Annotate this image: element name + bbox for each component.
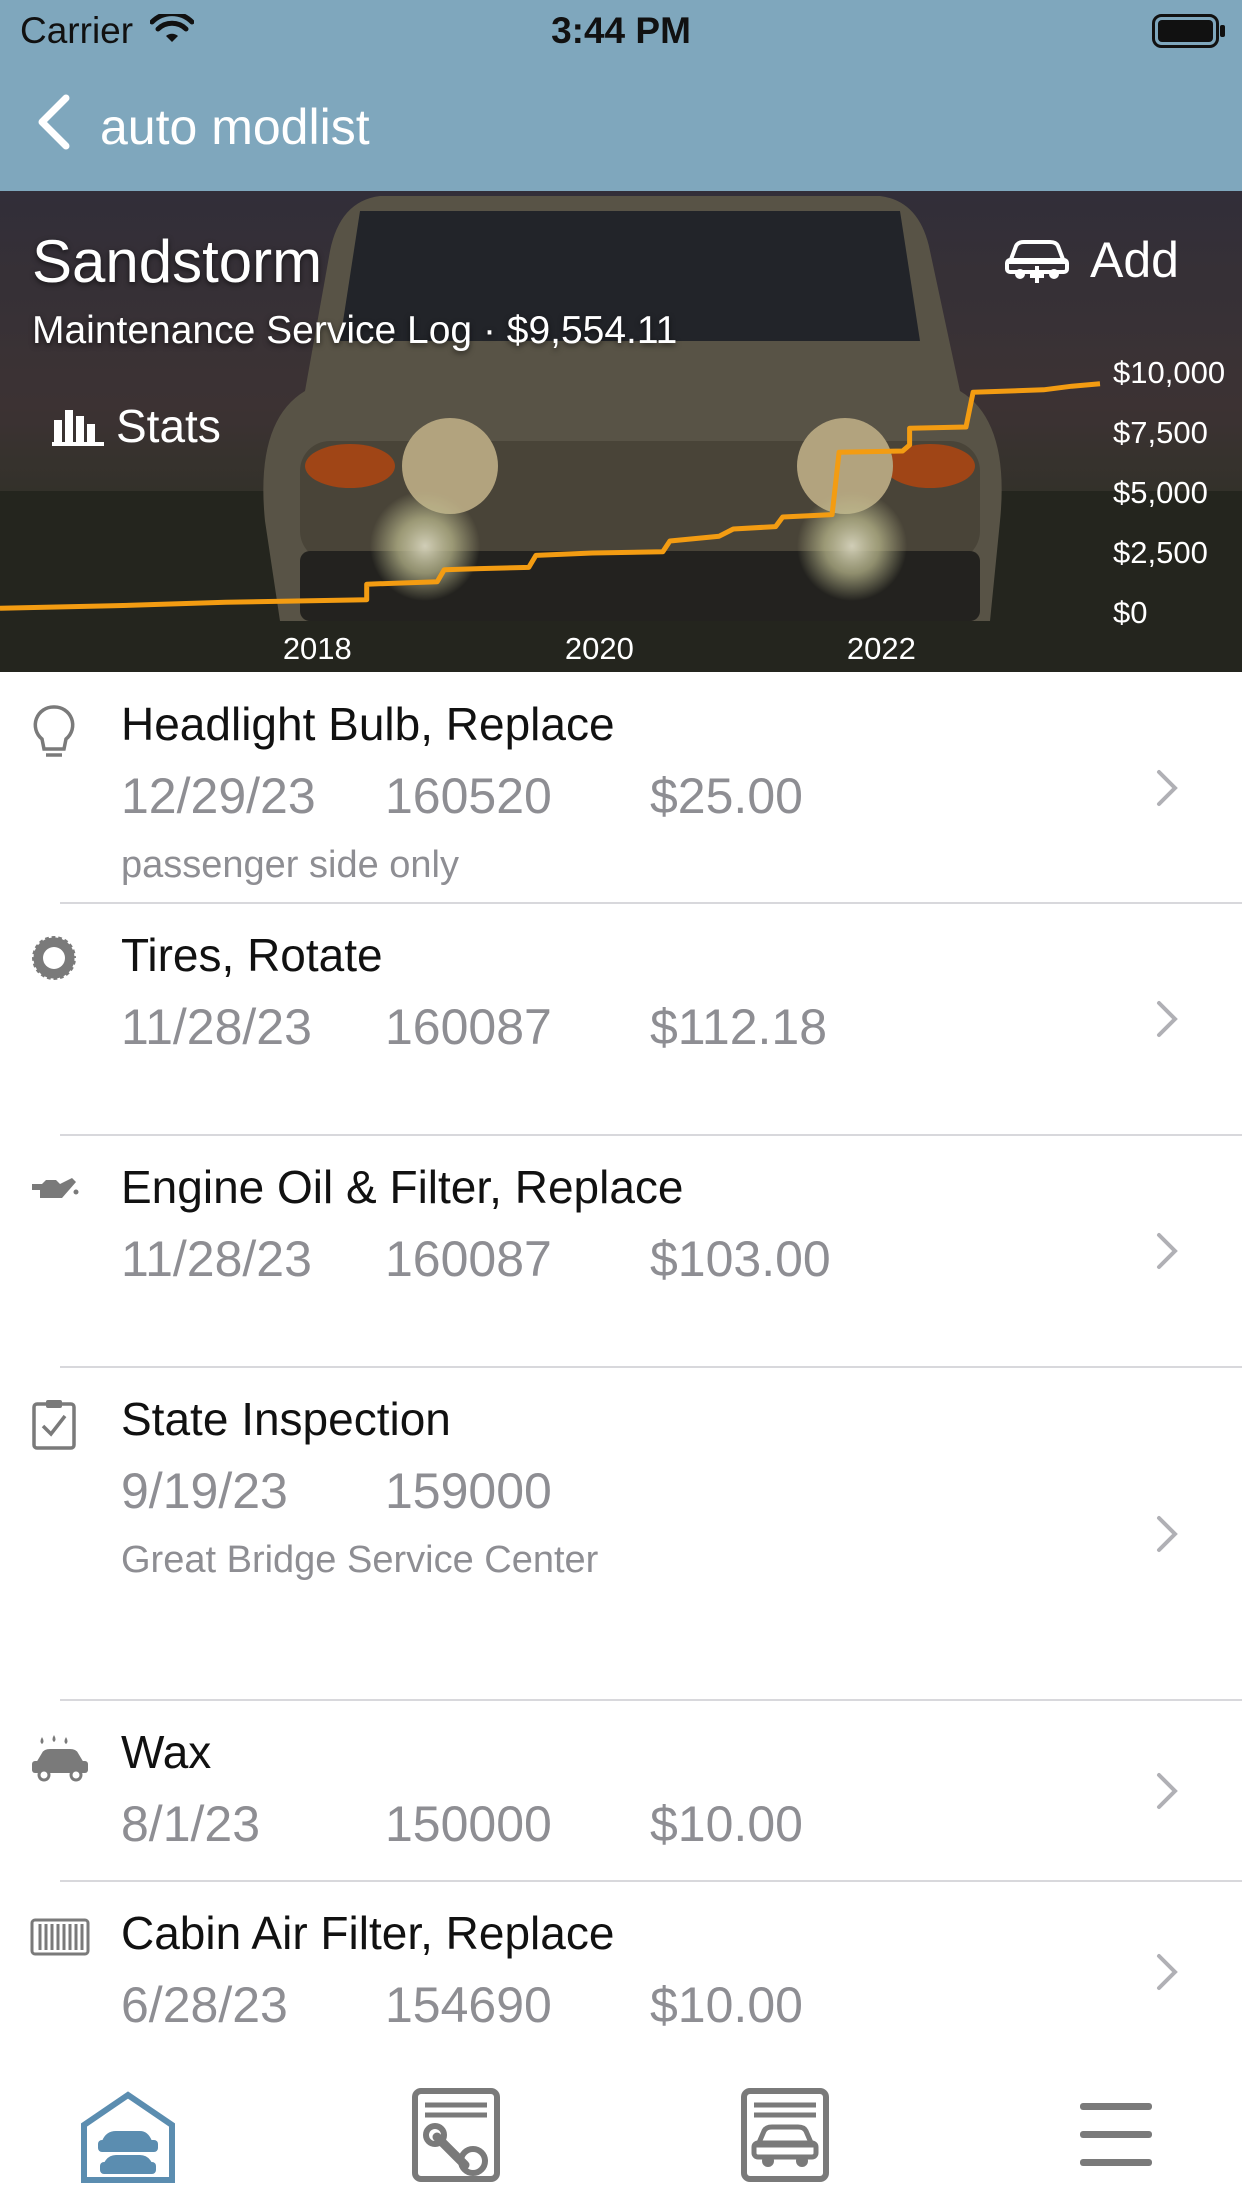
chevron-right-icon (1157, 1773, 1178, 1809)
chevron-right-icon (1157, 1954, 1178, 1990)
entry-cost: $25.00 (650, 768, 803, 824)
service-entry-row[interactable]: Headlight Bulb, Replace 12/29/23 160520 $25… (0, 672, 1242, 903)
bar-chart-icon (52, 410, 104, 446)
service-entry-row[interactable]: Wax 8/1/23 150000 $10.00 (0, 1700, 1242, 1881)
back-chevron-icon[interactable] (34, 92, 74, 152)
lightbulb-icon (33, 705, 75, 757)
entry-odometer: 160087 (385, 999, 552, 1055)
service-log-icon (412, 2088, 500, 2182)
stats-label: Stats (116, 400, 221, 452)
entry-odometer: 160087 (385, 1231, 552, 1287)
entry-title: Headlight Bulb, Replace (121, 698, 615, 750)
x-tick-label: 2018 (283, 631, 352, 666)
chevron-right-icon (1157, 1233, 1178, 1269)
checklist-icon (32, 1400, 76, 1450)
chevron-right-icon (1157, 1516, 1178, 1552)
chevron-right-icon (1157, 1001, 1178, 1037)
entry-cost: $112.18 (650, 999, 828, 1055)
oil-can-icon (32, 1178, 79, 1198)
vehicle-hero: $10,000 $7,500 $5,000 $2,500 $0 2018 2020 2022 … (0, 191, 1242, 672)
entry-odometer: 160520 (385, 768, 552, 824)
entry-title: Engine Oil & Filter, Replace (121, 1161, 684, 1213)
service-entry-row[interactable]: State Inspection 9/19/23 159000 Great Bridg… (0, 1367, 1242, 1700)
entry-date: 11/28/23 (121, 999, 312, 1055)
status-time: 3:44 PM (551, 10, 691, 51)
vehicle-subtitle: Maintenance Service Log · $9,554.11 (32, 309, 678, 352)
air-filter-icon (30, 1918, 90, 1956)
chevron-right-icon (1157, 770, 1178, 806)
entry-odometer: 159000 (385, 1463, 552, 1519)
entry-note: Great Bridge Service Center (121, 1539, 599, 1581)
entry-title: State Inspection (121, 1393, 451, 1445)
vehicle-card-icon (741, 2088, 829, 2182)
tab-garage[interactable] (78, 2085, 178, 2185)
entry-cost: $103.00 (650, 1231, 831, 1287)
x-tick-label: 2022 (847, 631, 916, 666)
entry-odometer: 150000 (385, 1796, 552, 1852)
vehicle-name: Sandstorm (32, 228, 323, 295)
entry-date: 11/28/23 (121, 1231, 312, 1287)
entry-date: 6/28/23 (121, 1977, 288, 2033)
service-entry-row[interactable]: Cabin Air Filter, Replace 6/28/23 154690 $1… (0, 1881, 1242, 2062)
entry-odometer: 154690 (385, 1977, 552, 2033)
x-tick-label: 2020 (565, 631, 634, 666)
entry-date: 12/29/23 (121, 768, 316, 824)
y-tick-label: $5,000 (1113, 475, 1208, 510)
y-tick-label: $7,500 (1113, 415, 1208, 450)
back-button-label[interactable]: auto modlist (100, 98, 370, 156)
y-tick-label: $10,000 (1113, 355, 1225, 390)
menu-icon (1080, 2103, 1152, 2166)
y-tick-label: $2,500 (1113, 535, 1208, 570)
entry-title: Cabin Air Filter, Replace (121, 1907, 615, 1959)
stats-button[interactable]: Stats (52, 399, 221, 453)
entry-title: Wax (121, 1726, 212, 1778)
tab-service-log[interactable] (407, 2085, 507, 2185)
service-entry-row[interactable]: Tires, Rotate 11/28/23 160087 $112.18 (0, 903, 1242, 1135)
car-wash-icon (32, 1735, 88, 1782)
add-label: Add (1090, 232, 1179, 288)
entry-title: Tires, Rotate (121, 929, 383, 981)
entry-cost: $10.00 (650, 1977, 803, 2033)
entry-date: 9/19/23 (121, 1463, 288, 1519)
tire-icon (30, 934, 78, 982)
tab-menu[interactable] (1066, 2085, 1166, 2185)
entry-cost: $10.00 (650, 1796, 803, 1852)
service-entry-row[interactable]: Engine Oil & Filter, Replace 11/28/23 1600… (0, 1135, 1242, 1367)
y-tick-label: $0 (1113, 595, 1147, 630)
entry-date: 8/1/23 (121, 1796, 261, 1852)
entry-note: passenger side only (121, 844, 459, 886)
add-entry-button[interactable]: Add (1004, 231, 1179, 289)
add-vehicle-icon (1005, 240, 1069, 283)
tab-vehicle[interactable] (736, 2085, 836, 2185)
tab-bar (0, 2062, 1242, 2208)
battery-icon (1152, 14, 1225, 48)
garage-icon (81, 2091, 175, 2183)
